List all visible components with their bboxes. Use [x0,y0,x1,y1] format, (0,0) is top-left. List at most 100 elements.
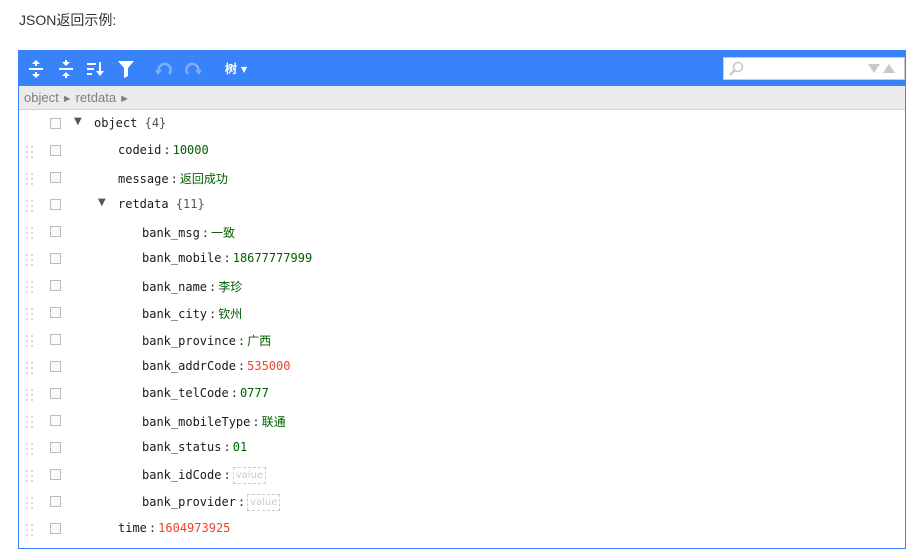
json-editor: 树 ▼ object ► retdata ► ▼ object {4} code… [18,50,906,549]
key-value-separator: : [170,172,178,186]
key-value-separator: : [237,334,246,348]
tree-row-bank-status: bank_status:01 [19,434,905,461]
collapse-all-button[interactable] [54,57,78,81]
field-value[interactable]: 返回成功 [180,172,228,186]
breadcrumb: object ► retdata ► [19,86,905,110]
key-value-separator: : [223,440,231,454]
tree-row-bank-msg: bank_msg: 一致 [19,218,905,245]
context-menu-button[interactable] [50,199,61,210]
field-name[interactable]: bank_status [142,440,221,454]
field-name[interactable]: codeid [118,143,161,157]
tree-row-bank-mobiletype: bank_mobileType: 联通 [19,407,905,434]
drag-handle-icon[interactable] [26,416,36,430]
expand-toggle-icon[interactable]: ▼ [98,197,106,208]
expand-toggle-icon[interactable]: ▼ [74,116,82,127]
field-value[interactable]: 一致 [211,226,235,240]
field-name[interactable]: bank_city [142,307,207,321]
sort-button[interactable] [83,57,107,81]
drag-handle-icon[interactable] [26,362,36,376]
tree-row-bank-mobile: bank_mobile:18677777999 [19,245,905,272]
drag-handle-icon[interactable] [26,254,36,268]
field-value[interactable]: 广西 [247,334,271,348]
empty-value-field[interactable]: value [232,467,267,484]
drag-handle-icon[interactable] [26,470,36,484]
drag-handle-icon[interactable] [26,443,36,457]
search-input[interactable] [748,60,866,77]
breadcrumb-item-retdata[interactable]: retdata [76,90,116,105]
search-box [723,57,905,80]
tree-row-codeid: codeid:10000 [19,137,905,164]
field-name[interactable]: bank_telCode [142,386,229,400]
field-value[interactable]: 钦州 [218,307,242,321]
drag-handle-icon[interactable] [26,497,36,511]
field-value[interactable]: 535000 [247,359,290,373]
field-name[interactable]: bank_mobileType [142,415,250,429]
tree-row-time: time:1604973925 [19,515,905,542]
drag-handle-icon[interactable] [26,227,36,241]
context-menu-button[interactable] [50,145,61,156]
key-value-separator: : [209,307,217,321]
redo-button[interactable] [181,57,205,81]
context-menu-button[interactable] [50,415,61,426]
field-value[interactable]: 1604973925 [158,521,230,535]
field-name[interactable]: bank_idCode [142,468,221,482]
breadcrumb-item-object[interactable]: object [24,90,59,105]
search-next-icon[interactable] [868,64,880,73]
drag-handle-icon[interactable] [26,146,36,160]
context-menu-button[interactable] [50,118,61,129]
filter-button[interactable] [114,57,138,81]
search-previous-icon[interactable] [883,64,895,73]
key-value-separator: : [223,468,231,482]
context-menu-button[interactable] [50,361,61,372]
field-name[interactable]: bank_name [142,280,207,294]
context-menu-button[interactable] [50,442,61,453]
context-menu-button[interactable] [50,253,61,264]
drag-handle-icon[interactable] [26,389,36,403]
field-value[interactable]: 0777 [240,386,269,400]
field-name[interactable]: bank_mobile [142,251,221,265]
drag-handle-icon[interactable] [26,524,36,538]
field-value[interactable]: 01 [233,440,247,454]
empty-value-field[interactable]: value [247,494,281,511]
tree-row-message: message: 返回成功 [19,164,905,191]
context-menu-button[interactable] [50,334,61,345]
key-value-separator: : [209,280,217,294]
context-menu-button[interactable] [50,388,61,399]
collapse-all-icon [59,60,73,78]
field-value[interactable]: 18677777999 [233,251,312,265]
context-menu-button[interactable] [50,172,61,183]
context-menu-button[interactable] [50,523,61,534]
context-menu-button[interactable] [50,469,61,480]
tree-row-bank-province: bank_province: 广西 [19,326,905,353]
tree-row-bank-idcode: bank_idCode: value [19,461,905,488]
key-value-separator: : [163,143,171,157]
field-name[interactable]: retdata [118,197,169,211]
field-value[interactable]: 10000 [173,143,209,157]
field-value[interactable]: 李珍 [218,280,242,294]
search-icon [729,61,744,76]
field-name[interactable]: bank_addrCode [142,359,236,373]
field-value[interactable]: 联通 [262,415,286,429]
context-menu-button[interactable] [50,280,61,291]
mode-select-button[interactable]: 树 ▼ [219,58,253,80]
tree-row-bank-addrcode: bank_addrCode:535000 [19,353,905,380]
context-menu-button[interactable] [50,226,61,237]
drag-handle-icon[interactable] [26,200,36,214]
expand-all-button[interactable] [24,57,48,81]
drag-handle-icon[interactable] [26,308,36,322]
context-menu-button[interactable] [50,496,61,507]
drag-handle-icon[interactable] [26,281,36,295]
redo-icon [185,62,202,75]
drag-handle-icon[interactable] [26,173,36,187]
field-name[interactable]: message [118,172,169,186]
undo-button[interactable] [152,57,176,81]
context-menu-button[interactable] [50,307,61,318]
field-name[interactable]: object [94,116,137,130]
field-name[interactable]: bank_msg [142,226,200,240]
field-name[interactable]: time [118,521,147,535]
page-heading: JSON返回示例: [19,12,117,28]
drag-handle-icon[interactable] [26,335,36,349]
sort-icon [87,62,104,76]
field-name[interactable]: bank_provider [142,495,236,509]
field-name[interactable]: bank_province [142,334,236,348]
